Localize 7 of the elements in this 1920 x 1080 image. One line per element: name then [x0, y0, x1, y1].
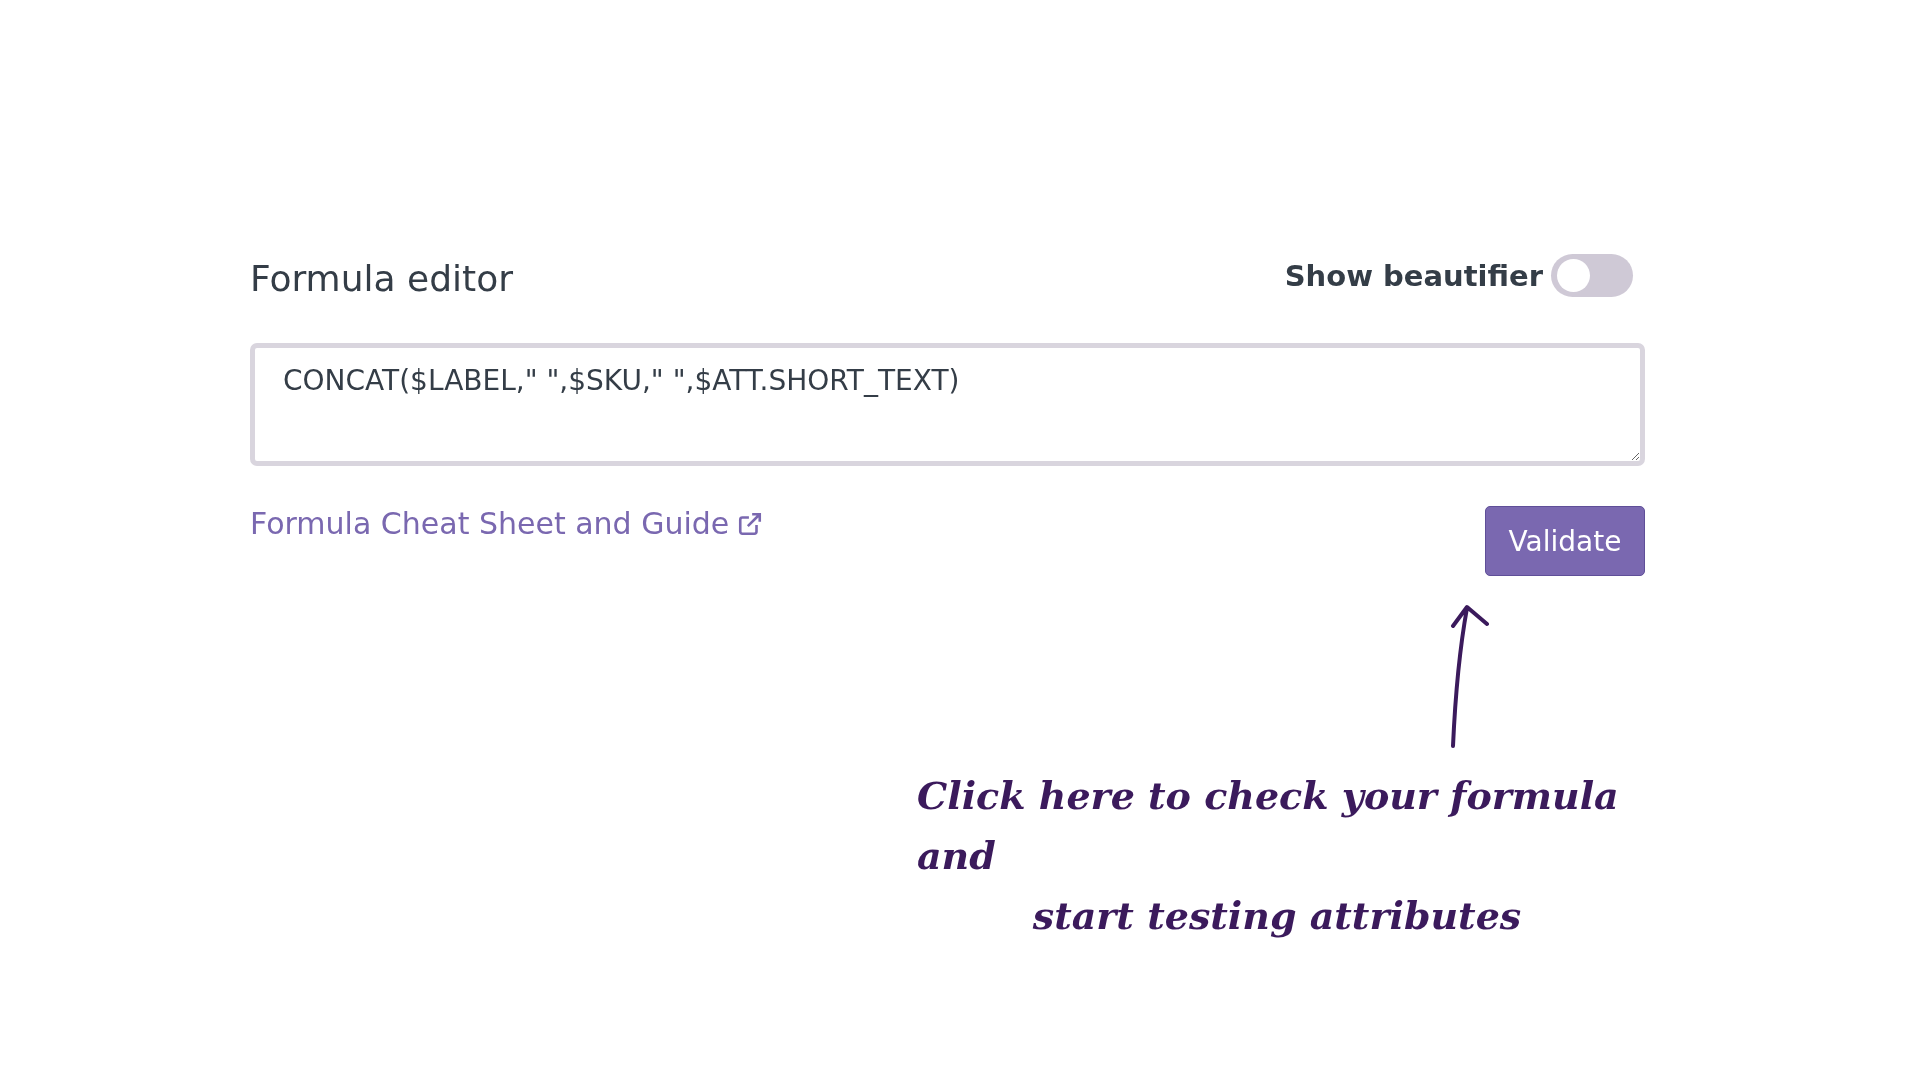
formula-field[interactable]: CONCAT($LABEL," ",$SKU," ",$ATT.SHORT_TEXT) [250, 343, 1645, 466]
editor-title: Formula editor [250, 258, 513, 299]
guide-link[interactable]: Formula Cheat Sheet and Guide [250, 506, 766, 541]
annotation-text: start testing attributes [1032, 892, 1522, 940]
toggle-label: Show beautifier [1284, 258, 1543, 293]
beautifier-toggle[interactable] [1551, 254, 1633, 297]
validate-button[interactable]: Validate [1485, 506, 1645, 576]
